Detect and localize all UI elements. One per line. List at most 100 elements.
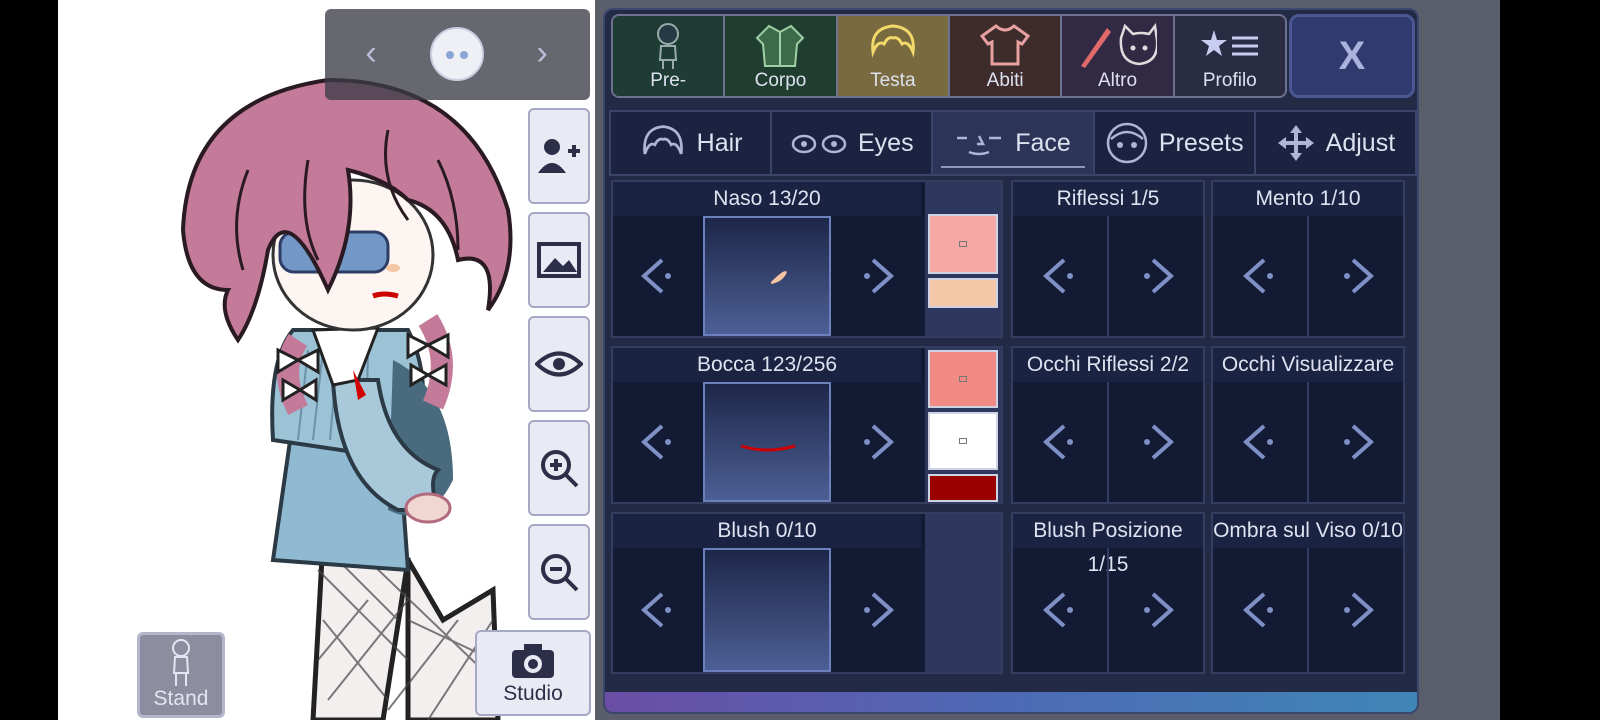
cat-tab-altro[interactable]: Altro [1062, 16, 1175, 96]
character-face-thumbnail[interactable] [430, 27, 484, 81]
cat-tab-profilo[interactable]: Profilo [1174, 16, 1285, 96]
nose-shadow-swatch[interactable] [928, 278, 998, 308]
cat-label: Abiti [986, 70, 1024, 91]
panel-bottom-bar [605, 692, 1417, 712]
subtab-label: Presets [1158, 128, 1244, 157]
subtab-presets[interactable]: Presets [1095, 112, 1256, 174]
cat-label: Testa [870, 70, 916, 91]
option-mento: Mento 1/10 [1211, 180, 1405, 338]
prev-arrow-icon[interactable] [1213, 382, 1309, 502]
cat-label: Altro [1097, 70, 1138, 91]
subtab-face[interactable]: Face [933, 112, 1095, 174]
option-ombra-viso: Ombra sul Viso 0/10 [1211, 512, 1405, 674]
option-title: Mento 1/10 [1213, 182, 1403, 216]
character-stage: ‹ › Studio Stand [58, 0, 595, 720]
zoom-in-icon [541, 450, 579, 488]
body-preset-icon [657, 23, 680, 69]
camera-icon [512, 644, 554, 678]
subtab-label: Hair [696, 128, 743, 157]
next-arrow-icon[interactable] [1309, 216, 1405, 336]
option-title: Naso 13/20 [613, 182, 921, 216]
cat-label: Corpo [754, 70, 807, 91]
prev-arrow-icon[interactable] [1213, 548, 1309, 672]
prev-character-icon[interactable]: ‹ [349, 31, 393, 75]
subtab-label: Face [1015, 128, 1071, 157]
option-bocca: Bocca 123/256 [611, 346, 1003, 504]
game-screen: ‹ › Studio Stand Pre- Corpo Testa Abiti … [0, 0, 1600, 720]
next-arrow-icon[interactable] [831, 548, 923, 672]
character-selector: ‹ › [325, 9, 590, 100]
close-button[interactable]: X [1289, 14, 1415, 98]
next-arrow-icon[interactable] [1309, 382, 1405, 502]
character-preview[interactable] [108, 60, 528, 720]
cat-label: Pre- [650, 70, 687, 91]
nose-color-column [925, 182, 1001, 336]
next-arrow-icon[interactable] [831, 216, 923, 336]
option-blush-posizione: Blush Posizione 1/15 [1011, 512, 1205, 674]
face-subtabs: Hair Eyes Face Presets Adjust [609, 110, 1417, 176]
hide-ui-button[interactable] [528, 316, 590, 412]
mouth-color-column [925, 348, 1001, 502]
next-arrow-icon[interactable] [1109, 382, 1205, 502]
option-title: Bocca 123/256 [613, 348, 921, 382]
option-title: Riflessi 1/5 [1013, 182, 1203, 216]
studio-button[interactable]: Studio [475, 630, 591, 716]
zoom-in-button[interactable] [528, 420, 590, 516]
add-character-button[interactable] [528, 108, 590, 204]
stand-label: Stand [153, 687, 209, 710]
option-occhi-riflessi: Occhi Riflessi 2/2 [1011, 346, 1205, 504]
hair-icon [870, 24, 915, 58]
nose-color-swatch[interactable] [928, 214, 998, 274]
cat-tab-testa[interactable]: Testa [837, 16, 950, 96]
subtab-adjust[interactable]: Adjust [1256, 112, 1415, 174]
editor-panel: Pre- Corpo Testa Abiti Altro Profilo X H… [603, 8, 1419, 714]
prev-arrow-icon[interactable] [613, 548, 703, 672]
next-character-icon[interactable]: › [520, 31, 564, 75]
option-riflessi: Riflessi 1/5 [1011, 180, 1205, 338]
star-list-icon [1200, 30, 1258, 56]
cat-tab-abiti[interactable]: Abiti [949, 16, 1063, 96]
mouth-preview [703, 382, 831, 502]
subtab-eyes[interactable]: Eyes [772, 112, 934, 174]
face-icon [957, 135, 1002, 156]
mouth-line-swatch[interactable] [928, 474, 998, 502]
prev-arrow-icon[interactable] [1013, 548, 1109, 672]
standing-figure-icon [172, 639, 190, 686]
background-button[interactable] [528, 212, 590, 308]
category-tabs: Pre- Corpo Testa Abiti Altro Profilo [611, 14, 1287, 98]
next-arrow-icon[interactable] [1109, 548, 1205, 672]
subtab-hair[interactable]: Hair [611, 112, 773, 174]
next-arrow-icon[interactable] [1309, 548, 1405, 672]
blush-color-column [925, 514, 1001, 672]
zoom-out-icon [541, 554, 579, 592]
mouth-color-swatch[interactable] [928, 350, 998, 408]
prev-arrow-icon[interactable] [613, 382, 703, 502]
option-title: Occhi Visualizzare [1213, 348, 1403, 382]
eye-icon [535, 351, 583, 377]
option-title: Ombra sul Viso 0/10 [1213, 514, 1403, 548]
move-arrows-icon [1277, 125, 1314, 161]
close-label: X [1338, 34, 1366, 78]
prev-arrow-icon[interactable] [1013, 216, 1109, 336]
hair-icon [642, 125, 683, 155]
studio-label: Studio [503, 682, 563, 705]
sword-cat-icon [1081, 22, 1158, 68]
subtab-label: Adjust [1325, 128, 1396, 157]
next-arrow-icon[interactable] [831, 382, 923, 502]
zoom-out-button[interactable] [528, 524, 590, 620]
jacket-icon [756, 24, 805, 67]
option-title: Blush Posizione 1/15 [1013, 514, 1203, 576]
subtab-label: Eyes [858, 128, 914, 157]
prev-arrow-icon[interactable] [613, 216, 703, 336]
next-arrow-icon[interactable] [1109, 216, 1205, 336]
cat-tab-corpo[interactable]: Corpo [725, 16, 838, 96]
prev-arrow-icon[interactable] [1013, 382, 1109, 502]
prev-arrow-icon[interactable] [1213, 216, 1309, 336]
mouth-inner-swatch[interactable] [928, 412, 998, 470]
stand-pose-button[interactable]: Stand [137, 632, 225, 718]
cat-tab-preset[interactable]: Pre- [613, 16, 726, 96]
nose-preview [703, 216, 831, 336]
option-title: Blush 0/10 [613, 514, 921, 548]
image-icon [537, 242, 581, 278]
option-blush: Blush 0/10 [611, 512, 1003, 674]
